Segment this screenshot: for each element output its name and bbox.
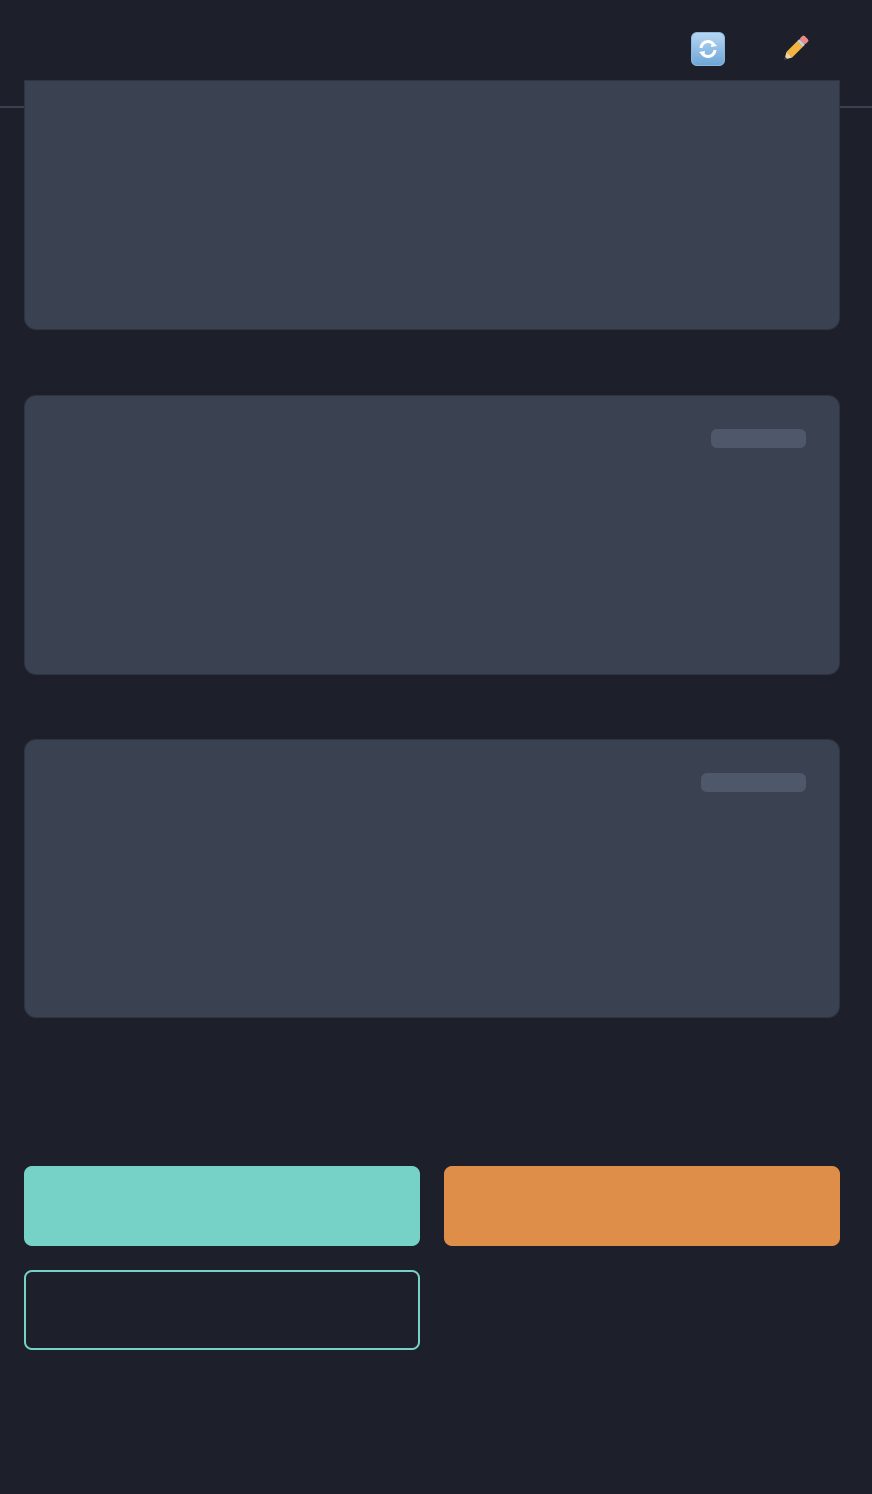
edit-button[interactable] [776, 30, 814, 68]
info-card-2 [24, 395, 840, 675]
status-badge [711, 429, 806, 448]
refresh-icon [691, 32, 725, 66]
ghost-action-button[interactable] [444, 1270, 840, 1350]
pencil-icon [784, 35, 809, 60]
refresh-button[interactable] [689, 30, 727, 68]
info-card-1 [24, 80, 840, 330]
primary-action-button[interactable] [24, 1166, 420, 1246]
info-card-3 [24, 739, 840, 1018]
accent-action-button[interactable] [444, 1166, 840, 1246]
status-badge [701, 773, 806, 792]
outline-action-button[interactable] [24, 1270, 420, 1350]
